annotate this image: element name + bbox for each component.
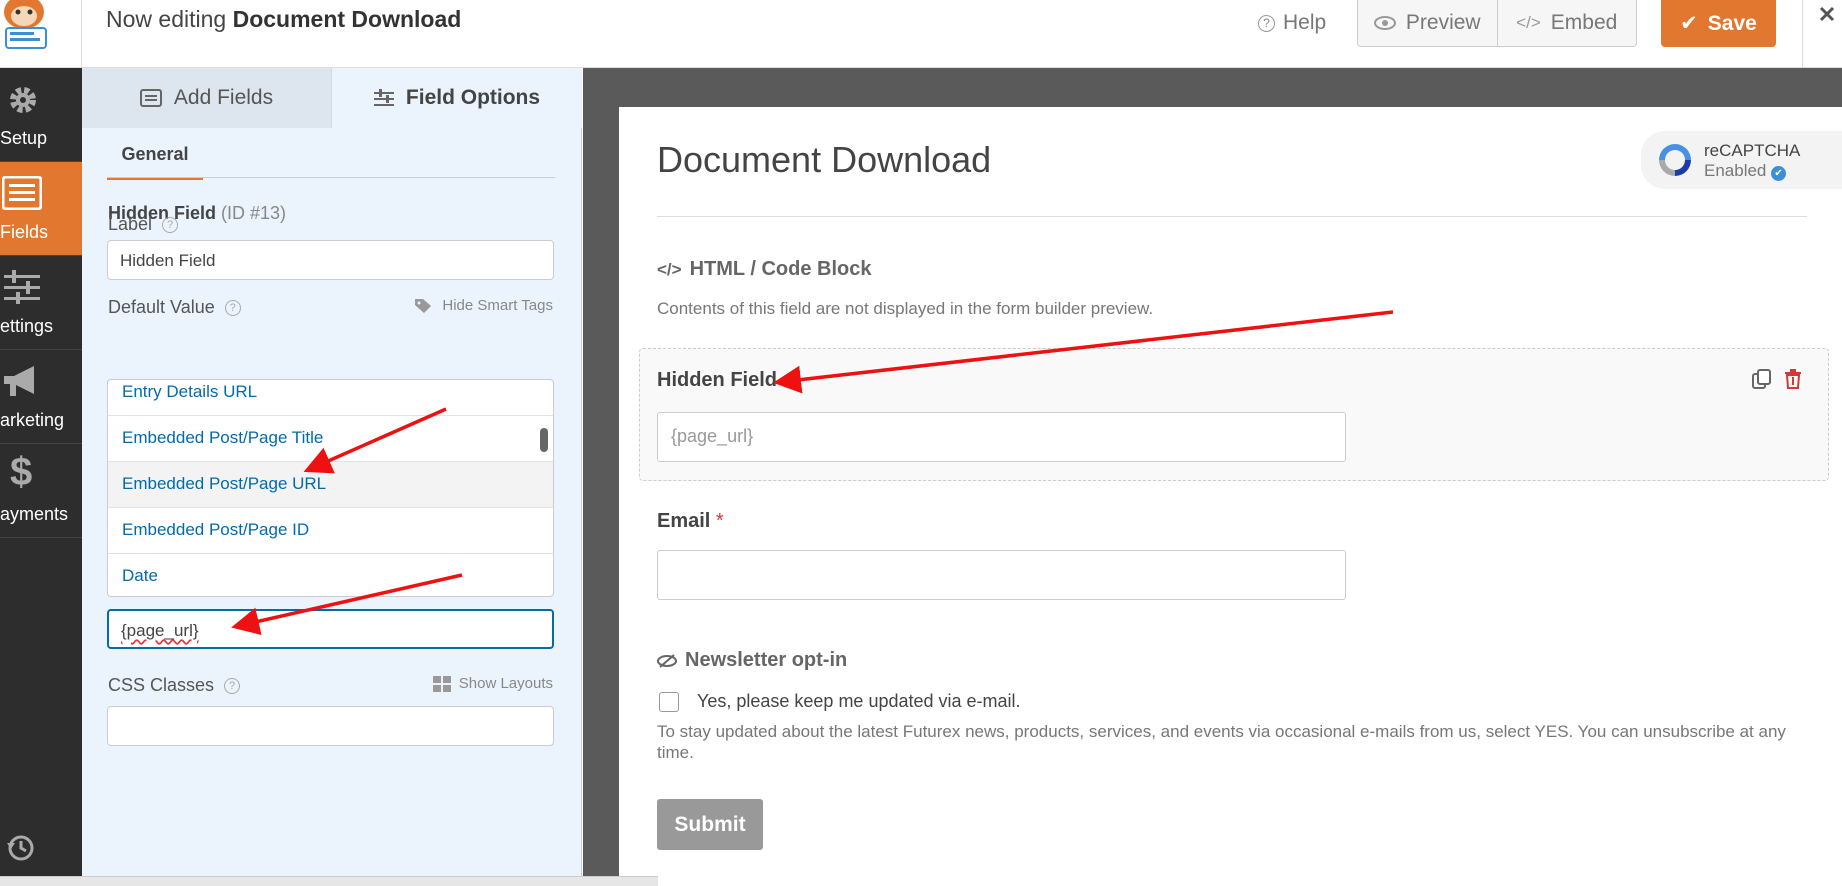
verified-check-icon: ✔ (1771, 166, 1787, 181)
eye-icon (1373, 16, 1396, 30)
newsletter-checkbox[interactable] (659, 692, 679, 712)
gear-icon (10, 87, 36, 113)
duplicate-icon[interactable] (1752, 369, 1772, 389)
page-title: Now editing Document Download (106, 6, 462, 32)
close-icon (1819, 6, 1835, 22)
label-field-label: Label ? (108, 214, 179, 235)
field-options-panel: Add Fields Field Options General Hidden … (82, 68, 582, 886)
question-circle-icon: ? (1258, 14, 1275, 32)
newsletter-description: To stay updated about the latest Futurex… (657, 722, 1786, 762)
browser-status-bar (0, 876, 658, 886)
smart-tag-item[interactable]: Entry Details URL (108, 380, 553, 416)
nav-fields[interactable]: Fields (0, 162, 82, 256)
smart-tags-list: Entry Details URL Embedded Post/Page Tit… (107, 379, 554, 597)
preview-button[interactable]: Preview (1358, 0, 1497, 46)
label-input[interactable]: Hidden Field (107, 240, 554, 280)
panel-tabs: Add Fields Field Options (82, 68, 582, 128)
code-icon: </> (1516, 13, 1541, 32)
tab-add-fields[interactable]: Add Fields (82, 68, 332, 128)
default-value-label: Default Value ? (108, 297, 241, 318)
wpforms-logo (0, 0, 82, 68)
megaphone-icon (4, 366, 34, 396)
recaptcha-icon (1659, 144, 1691, 176)
dollar-icon: $ (10, 450, 33, 494)
trash-icon[interactable] (1784, 369, 1802, 389)
subtab-divider (107, 177, 555, 178)
check-icon: ✔ (1680, 12, 1698, 35)
form-title: Document Download (657, 139, 992, 180)
nav-payments[interactable]: $ ayments (0, 444, 82, 538)
code-icon: </> (657, 259, 682, 279)
email-input[interactable] (657, 550, 1346, 600)
title-divider (657, 216, 1807, 217)
subtab-general[interactable]: General (107, 144, 203, 180)
hidden-field-input[interactable]: {page_url} (657, 412, 1346, 462)
smart-tags-scrollbar[interactable] (540, 428, 548, 452)
tags-icon (415, 298, 432, 313)
embed-button[interactable]: </> Embed (1496, 0, 1637, 46)
save-button[interactable]: ✔ Save (1661, 0, 1776, 47)
css-classes-input[interactable] (107, 706, 554, 746)
nav-marketing[interactable]: arketing (0, 350, 82, 444)
layout-grid-icon (432, 675, 451, 692)
tab-field-options[interactable]: Field Options (332, 68, 582, 128)
list-icon (139, 89, 162, 107)
field-actions (1752, 369, 1802, 389)
close-builder-button[interactable] (1802, 0, 1842, 68)
top-bar: Now editing Document Download ? Help Pre… (0, 0, 1842, 68)
sliders-icon (4, 270, 40, 304)
submit-button[interactable]: Submit (657, 799, 763, 850)
preview-embed-group: Preview </> Embed (1357, 0, 1637, 47)
question-circle-icon[interactable]: ? (224, 299, 241, 316)
smart-tag-item[interactable]: Date (108, 554, 553, 596)
question-circle-icon[interactable]: ? (162, 216, 179, 233)
history-icon[interactable] (6, 833, 36, 863)
recaptcha-badge: reCAPTCHA Enabled ✔ (1641, 131, 1842, 189)
form-preview: Document Download reCAPTCHA Enabled ✔ </… (619, 107, 1842, 886)
smart-tag-item[interactable]: Embedded Post/Page ID (108, 508, 553, 554)
newsletter-checkbox-label[interactable]: Yes, please keep me updated via e-mail. (697, 691, 1021, 712)
smart-tag-item[interactable]: Embedded Post/Page Title (108, 416, 553, 462)
show-layouts-link[interactable]: Show Layouts (432, 675, 553, 692)
sliders-icon (373, 89, 394, 106)
nav-setup[interactable]: Setup (0, 68, 82, 162)
default-value-input[interactable]: {page_url} (107, 609, 554, 649)
eye-slash-icon (657, 653, 677, 668)
nav-settings[interactable]: ettings (0, 256, 82, 350)
html-block-description: Contents of this field are not displayed… (657, 299, 1154, 318)
hide-smart-tags-link[interactable]: Hide Smart Tags (414, 297, 553, 314)
question-circle-icon[interactable]: ? (224, 677, 241, 694)
css-classes-label: CSS Classes ? (108, 675, 241, 696)
email-label: Email * (657, 510, 724, 532)
help-button[interactable]: ? Help (1258, 8, 1326, 38)
hidden-field-label: Hidden Field (657, 369, 777, 391)
builder-left-nav: Setup Fields ettings arketing $ ayments (0, 68, 82, 886)
fields-list-icon (2, 176, 42, 210)
html-block-heading[interactable]: </> HTML / Code Block (657, 258, 871, 281)
newsletter-heading[interactable]: Newsletter opt-in (657, 649, 847, 672)
smart-tag-item[interactable]: Embedded Post/Page URL (108, 462, 553, 508)
